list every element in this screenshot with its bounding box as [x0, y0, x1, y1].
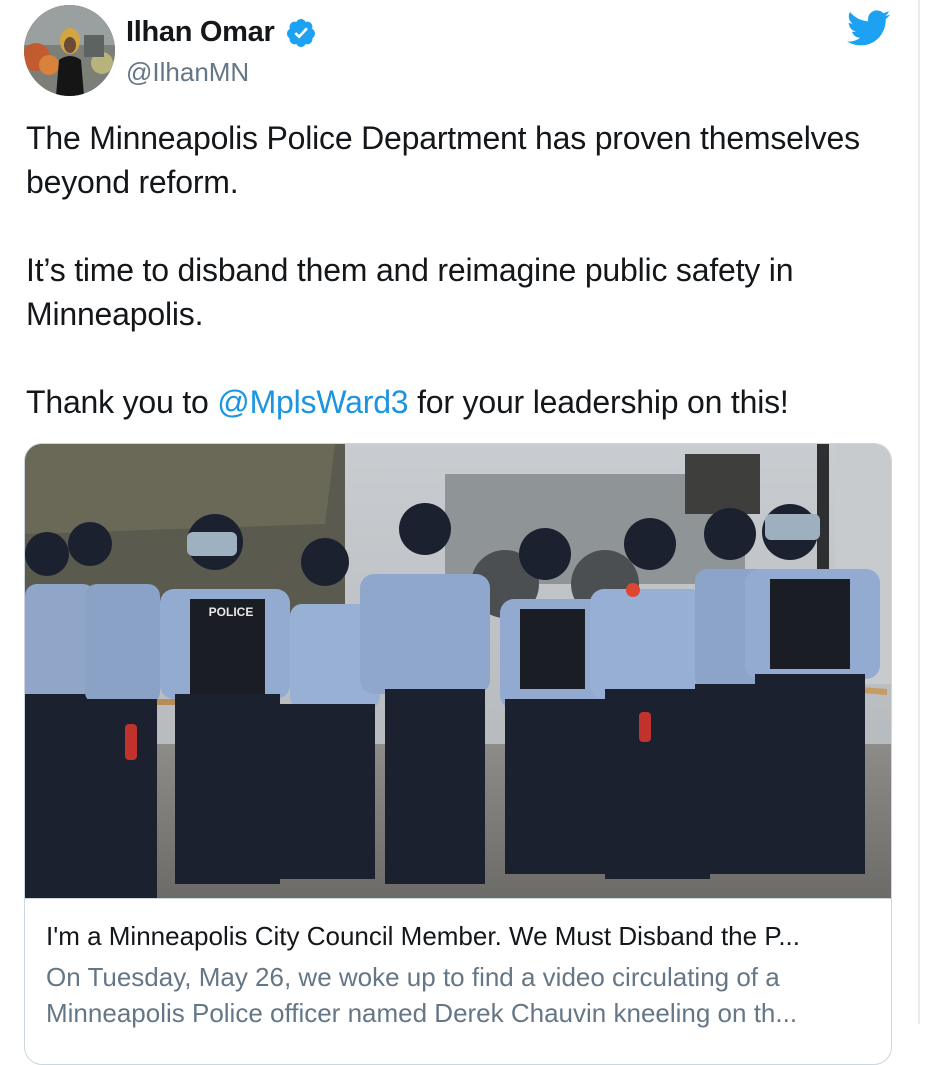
tweet-text-segment: Thank you to	[26, 384, 218, 420]
avatar[interactable]	[24, 5, 115, 96]
tweet-paragraph: It’s time to disband them and reimagine …	[26, 252, 794, 332]
vest-label: POLICE	[209, 605, 254, 619]
tweet-paragraph: Thank you to @MplsWard3 for your leaders…	[26, 380, 906, 424]
card-image: POLICE	[25, 444, 891, 898]
card-text-area[interactable]: I'm a Minneapolis City Council Member. W…	[25, 898, 891, 1028]
card-description: On Tuesday, May 26, we woke up to find a…	[46, 962, 798, 1028]
mention-link[interactable]: @MplsWard3	[217, 384, 408, 420]
tweet-paragraph: The Minneapolis Police Department has pr…	[26, 120, 860, 200]
card-title[interactable]: I'm a Minneapolis City Council Member. W…	[46, 921, 876, 952]
timeline-border	[918, 0, 920, 1024]
avatar-photo	[24, 5, 115, 96]
display-name[interactable]: Ilhan Omar	[126, 16, 275, 49]
twitter-bird-icon[interactable]	[845, 10, 891, 48]
tweet-text-segment: for your leadership on this!	[408, 384, 789, 420]
tweet-text: The Minneapolis Police Department has pr…	[26, 116, 906, 424]
author-name-row: Ilhan Omar	[126, 16, 317, 49]
user-handle[interactable]: @IlhanMN	[126, 57, 249, 88]
link-card[interactable]: POLICE I'm a Minneapolis City Council Me…	[24, 443, 892, 1065]
verified-badge-icon	[286, 18, 315, 47]
